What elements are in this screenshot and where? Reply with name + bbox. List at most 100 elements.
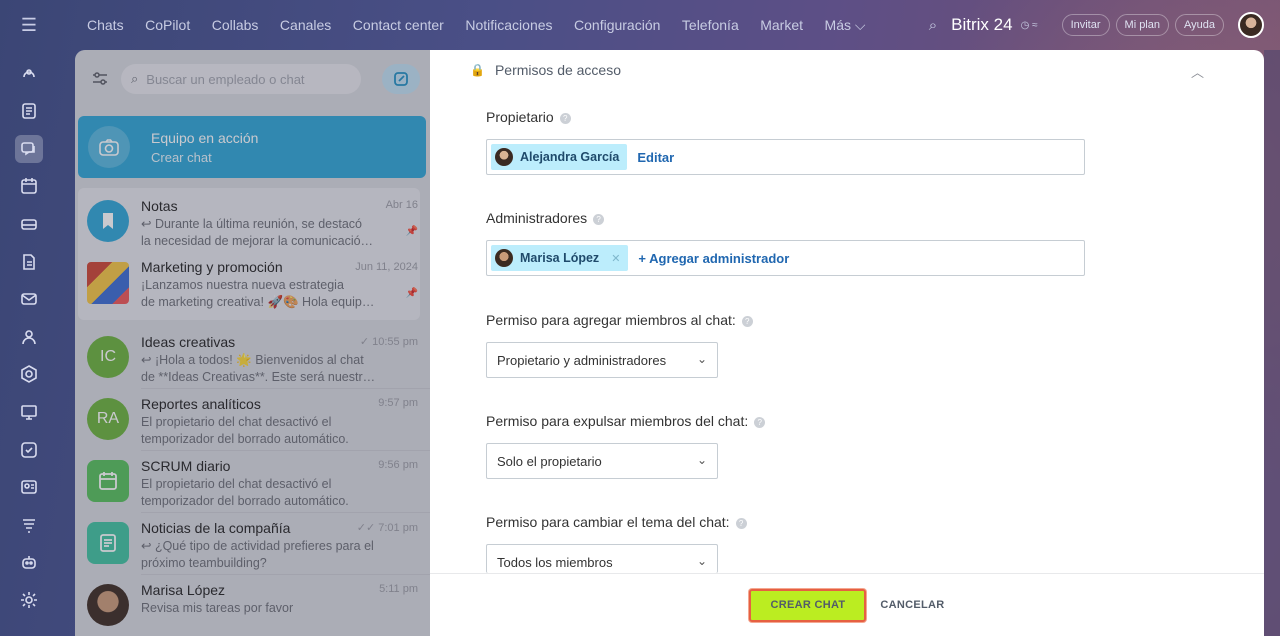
nav-copilot[interactable]: CoPilot — [145, 17, 190, 34]
owner-label: Propietario? — [486, 109, 571, 125]
help-button[interactable]: Ayuda — [1175, 14, 1224, 36]
search-placeholder: Buscar un empleado o chat — [146, 71, 305, 87]
chat-time: ✓ 10:55 pm — [359, 336, 418, 348]
drive-icon[interactable] — [15, 210, 43, 238]
chat-time: 5:11 pm — [379, 583, 418, 595]
my-plan-button[interactable]: Mi plan — [1115, 14, 1169, 36]
settings-icon[interactable] — [15, 586, 43, 614]
chat-item-marisa[interactable]: Marisa López 5:11 pm Revisa mis tareas p… — [75, 574, 430, 636]
nav-contact-center[interactable]: Contact center — [353, 17, 444, 34]
brand-logo: Bitrix 24 — [951, 15, 1013, 34]
news-icon — [87, 522, 129, 564]
chat-name: SCRUM diario — [141, 458, 231, 474]
nav-market[interactable]: Market — [760, 17, 803, 34]
mail-icon[interactable] — [15, 285, 43, 313]
help-icon[interactable]: ? — [754, 416, 766, 428]
chat-time: Jun 11, 2024 — [355, 261, 418, 273]
remove-admin-icon[interactable]: ✕ — [611, 252, 620, 265]
nav-telefonia[interactable]: Telefonía — [682, 17, 739, 34]
chat-preview-line1: El propietario del chat desactivó el — [141, 415, 332, 429]
help-icon[interactable]: ? — [741, 315, 753, 327]
nav-configuracion[interactable]: Configuración — [574, 17, 660, 34]
top-navigation: Chats CoPilot Collabs Canales Contact ce… — [58, 0, 1280, 50]
copilot-icon[interactable] — [15, 548, 43, 576]
chat-preview-line1: ↩ ¡Hola a todos! 🌟 Bienvenidos al chat — [141, 353, 364, 367]
chat-time: 9:56 pm — [378, 459, 418, 471]
user-avatar[interactable] — [1238, 12, 1264, 38]
filter-icon[interactable] — [85, 64, 115, 94]
help-icon[interactable]: ? — [735, 517, 747, 529]
perm-kick-value: Solo el propietario — [497, 453, 602, 469]
owner-field[interactable]: Alejandra García Editar — [486, 139, 1085, 175]
section-title: Permisos de acceso — [494, 62, 622, 78]
chat-item-noticias[interactable]: Noticias de la compañía ✓✓ 7:01 pm ↩ ¿Qu… — [75, 512, 430, 574]
section-header[interactable]: 🔒 Permisos de acceso — [448, 50, 1238, 90]
chevron-up-icon[interactable]: ︿ — [1191, 62, 1204, 81]
docs-icon[interactable] — [15, 248, 43, 276]
chat-item-ideas[interactable]: IC Ideas creativas ✓ 10:55 pm ↩ ¡Hola a … — [75, 326, 430, 388]
chat-item-notas[interactable]: Notas Abr 16 ↩ Durante la última reunión… — [75, 190, 430, 252]
chat-preview-line2: temporizador del borrado automático. — [141, 494, 349, 508]
chat-name: Marisa López — [141, 582, 226, 598]
chat-avatar: RA — [87, 398, 129, 440]
contacts-icon[interactable] — [15, 473, 43, 501]
chat-preview-line2: de **Ideas Creativas**. Este será nuestr… — [141, 370, 376, 384]
cancel-button[interactable]: CANCELAR — [880, 599, 944, 611]
chat-item-marketing[interactable]: Marketing y promoción Jun 11, 2024 ¡Lanz… — [75, 252, 430, 314]
search-input[interactable]: ⌕ Buscar un empleado o chat — [121, 64, 361, 94]
avatar — [495, 148, 513, 166]
edit-owner-link[interactable]: Editar — [637, 150, 674, 165]
bookmark-icon — [87, 200, 129, 242]
pin-icon: 📌 — [405, 226, 418, 237]
search-row: ⌕ Buscar un empleado o chat — [75, 50, 430, 108]
crm-icon[interactable] — [15, 398, 43, 426]
compose-icon — [394, 72, 408, 86]
sites-icon[interactable] — [15, 360, 43, 388]
owner-tag: Alejandra García — [491, 144, 628, 170]
nav-chats[interactable]: Chats — [87, 17, 124, 34]
admins-field[interactable]: Marisa López ✕ + Agregar administrador — [486, 240, 1085, 276]
chat-icon[interactable] — [15, 134, 43, 163]
chevron-down-icon: ⌄ — [696, 352, 707, 366]
nav-notificaciones[interactable]: Notificaciones — [465, 17, 552, 34]
help-icon[interactable]: ? — [559, 112, 571, 124]
chat-preview-line1: ↩ Durante la última reunión, se destacó — [141, 217, 363, 231]
left-rail: ☰ — [0, 0, 58, 636]
checklist-icon[interactable] — [15, 436, 43, 464]
chat-item-scrum[interactable]: SCRUM diario 9:56 pm El propietario del … — [75, 450, 430, 512]
perm-add-select[interactable]: Propietario y administradores ⌄ — [486, 342, 718, 378]
perm-kick-select[interactable]: Solo el propietario ⌄ — [486, 443, 718, 479]
clock-icon: ◷ ≈ — [1020, 19, 1038, 31]
chat-list-panel: ⌕ Buscar un empleado o chat Equipo en acc… — [75, 50, 430, 636]
chat-name: Notas — [141, 198, 178, 214]
nav-collabs[interactable]: Collabs — [212, 17, 259, 34]
admin-name: Marisa López — [520, 251, 600, 265]
add-admin-link[interactable]: + Agregar administrador — [638, 251, 789, 266]
chat-time: 9:57 pm — [378, 397, 418, 409]
chat-preview-line2: la necesidad de mejorar la comunicació… — [141, 234, 374, 248]
chat-avatar — [87, 584, 129, 626]
invite-button[interactable]: Invitar — [1061, 14, 1110, 36]
menu-icon[interactable]: ☰ — [21, 0, 37, 50]
create-chat-button[interactable]: CREAR CHAT — [749, 588, 867, 622]
search-icon[interactable]: ⌕ — [929, 17, 937, 34]
nav-mas[interactable]: Más ⌵ — [825, 17, 866, 34]
employees-icon[interactable] — [15, 323, 43, 351]
lock-icon: 🔒 — [470, 63, 485, 77]
nav-canales[interactable]: Canales — [280, 17, 331, 34]
help-icon[interactable]: ? — [593, 213, 605, 225]
calendar-icon[interactable] — [15, 172, 43, 200]
create-chat-slider: 🔒 Permisos de acceso ︿ Propietario? Alej… — [430, 50, 1264, 636]
chat-time: Abr 16 — [385, 199, 418, 211]
chat-item-reportes[interactable]: RA Reportes analíticos 9:57 pm El propie… — [75, 388, 430, 450]
perm-topic-select[interactable]: Todos los miembros ⌄ — [486, 544, 718, 573]
camera-icon — [88, 126, 130, 168]
automation-icon[interactable] — [15, 511, 43, 539]
team-in-action-card[interactable]: Equipo en acción Crear chat — [78, 116, 426, 178]
perm-topic-value: Todos los miembros — [497, 555, 613, 570]
new-chat-button[interactable] — [382, 64, 420, 94]
perm-kick-label: Permiso para expulsar miembros del chat:… — [486, 413, 766, 429]
chat-preview-line1: Revisa mis tareas por favor — [141, 601, 294, 615]
feed-icon[interactable] — [15, 60, 43, 88]
tasks-icon[interactable] — [15, 97, 43, 125]
